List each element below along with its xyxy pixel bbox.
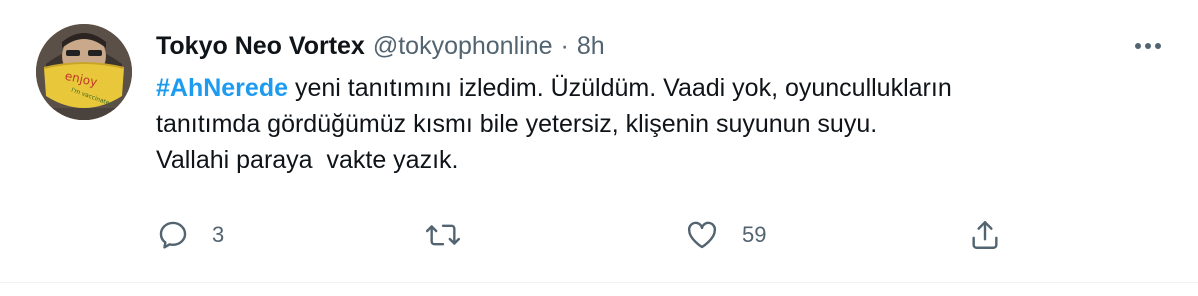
share-button[interactable]	[968, 215, 1002, 255]
separator-dot: ·	[560, 32, 569, 60]
avatar[interactable]: enjoy I'm vaccinated	[36, 24, 132, 120]
more-button[interactable]	[1128, 34, 1168, 58]
more-horizontal-icon	[1135, 43, 1161, 49]
tweet-text: #AhNerede yeni tanıtımını izledim. Üzüld…	[156, 70, 1156, 178]
tweet-text-line-1: #AhNerede yeni tanıtımını izledim. Üzüld…	[156, 70, 1156, 106]
like-count: 59	[742, 222, 767, 247]
reply-icon	[159, 221, 187, 249]
avatar-image: enjoy I'm vaccinated	[36, 24, 132, 120]
reply-count: 3	[212, 222, 225, 247]
tweet-card[interactable]: enjoy I'm vaccinated Tokyo Neo Vortex @t…	[0, 0, 1198, 283]
display-name[interactable]: Tokyo Neo Vortex	[156, 30, 365, 62]
user-handle[interactable]: @tokyophonline	[373, 30, 553, 62]
tweet-text-line-1-rest: yeni tanıtımını izledim. Üzüldüm. Vaadi …	[288, 74, 952, 102]
reply-button[interactable]: 3	[156, 215, 224, 255]
tweet-actions: 3 59	[156, 215, 1036, 255]
heart-icon	[687, 221, 717, 249]
tweet-text-line-3: Vallahi paraya vakte yazık.	[156, 146, 459, 174]
retweet-button[interactable]	[424, 215, 484, 255]
timestamp[interactable]: 8h	[577, 30, 605, 62]
retweet-icon	[425, 224, 461, 246]
tweet-header: Tokyo Neo Vortex @tokyophonline · 8h	[156, 30, 605, 62]
like-button[interactable]: 59	[684, 215, 766, 255]
share-icon	[972, 221, 998, 249]
hashtag-link[interactable]: #AhNerede	[156, 74, 288, 102]
tweet-text-line-2: tanıtımda gördüğümüz kısmı bile yetersiz…	[156, 110, 878, 138]
